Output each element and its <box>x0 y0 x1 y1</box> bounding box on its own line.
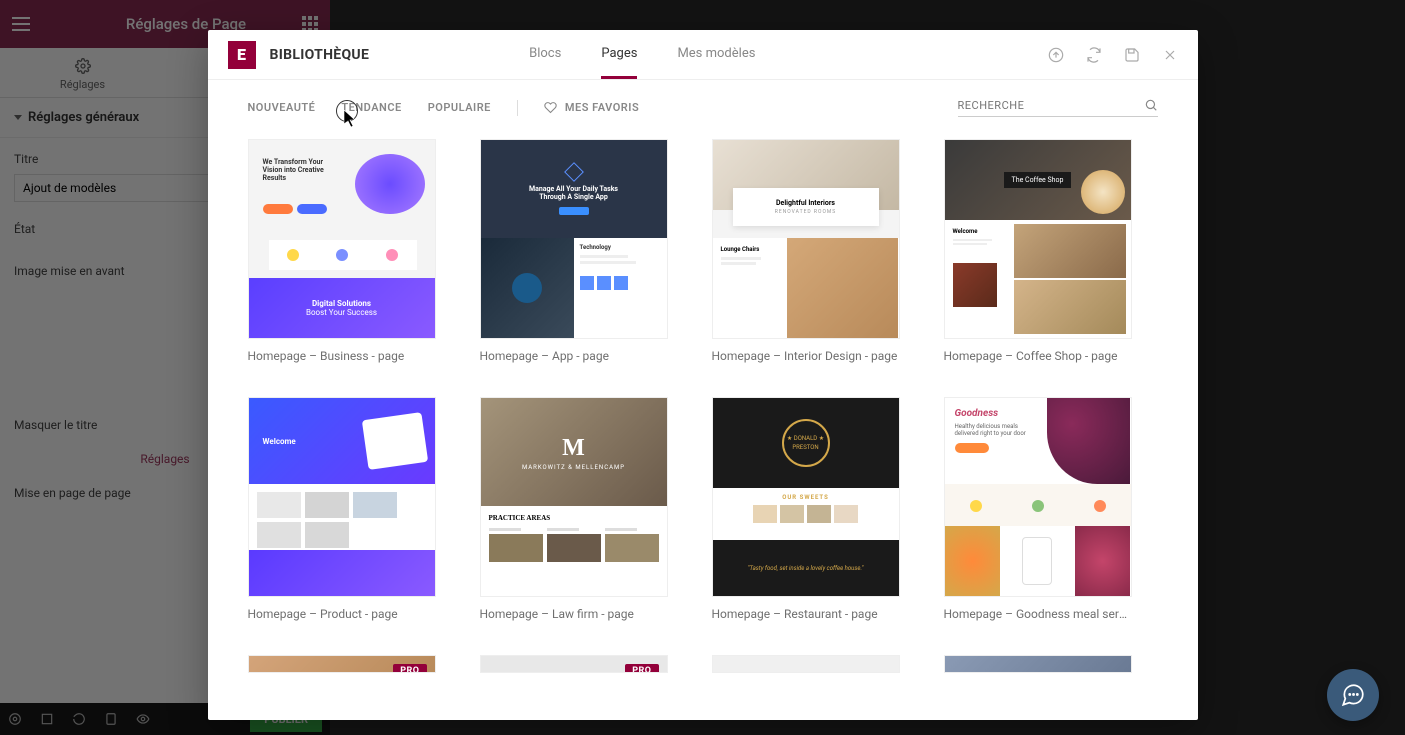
template-title: Homepage – Restaurant - page <box>712 607 900 621</box>
template-thumbnail: PRO The Coffee Shop Welcome <box>944 139 1132 339</box>
library-modal: E BIBLIOTHÈQUE Blocs Pages Mes modèles N… <box>208 30 1198 720</box>
template-thumbnail: We Transform Your Vision into Creative R… <box>248 139 436 339</box>
template-thumbnail: ★ DONALD ★PRESTON OUR SWEETS "Tasty food… <box>712 397 900 597</box>
template-card[interactable]: PRO <box>480 655 668 673</box>
modal-title: BIBLIOTHÈQUE <box>270 47 370 63</box>
template-title: Homepage – Goodness meal servi... <box>944 607 1132 621</box>
filter-popular[interactable]: POPULAIRE <box>428 101 491 114</box>
template-thumbnail: PRO <box>480 655 668 673</box>
template-thumbnail: PRO Welcome <box>248 397 436 597</box>
close-icon[interactable] <box>1162 47 1178 63</box>
template-thumbnail: M MARKOWITZ & MELLENCAMP PRACTICE AREAS <box>480 397 668 597</box>
template-card[interactable]: PRO Delightful InteriorsRENOVATED ROOMS … <box>712 139 900 363</box>
tab-blocs[interactable]: Blocs <box>529 30 561 79</box>
template-thumbnail <box>944 655 1132 673</box>
template-card[interactable]: PRO <box>248 655 436 673</box>
template-title: Homepage – Product - page <box>248 607 436 621</box>
filter-favorites-label: MES FAVORIS <box>565 101 639 114</box>
save-icon[interactable] <box>1124 47 1140 63</box>
template-title: Homepage – Coffee Shop - page <box>944 349 1132 363</box>
template-card[interactable]: PRO Welcome Homepage – Product - page <box>248 397 436 621</box>
upload-icon[interactable] <box>1048 47 1064 63</box>
template-thumbnail: PRO <box>248 655 436 673</box>
search-wrap <box>958 98 1158 117</box>
template-card[interactable]: PRO GoodnessHealthy delicious mealsdeliv… <box>944 397 1132 621</box>
template-card[interactable]: ★ DONALD ★PRESTON OUR SWEETS "Tasty food… <box>712 397 900 621</box>
elementor-logo: E <box>228 41 256 69</box>
separator <box>517 100 518 116</box>
heart-icon <box>544 101 557 114</box>
template-thumbnail: PRO Delightful InteriorsRENOVATED ROOMS … <box>712 139 900 339</box>
pro-badge: PRO <box>625 664 658 673</box>
filter-new[interactable]: NOUVEAUTÉ <box>248 101 316 114</box>
modal-overlay: E BIBLIOTHÈQUE Blocs Pages Mes modèles N… <box>0 0 1405 735</box>
sync-icon[interactable] <box>1086 47 1102 63</box>
tab-models[interactable]: Mes modèles <box>677 30 755 79</box>
template-thumbnail <box>712 655 900 673</box>
template-thumbnail: PRO GoodnessHealthy delicious mealsdeliv… <box>944 397 1132 597</box>
template-card[interactable]: PRO The Coffee Shop Welcome Homepage – C… <box>944 139 1132 363</box>
tab-pages[interactable]: Pages <box>601 30 637 79</box>
search-icon[interactable] <box>1144 98 1158 112</box>
chat-icon <box>1340 682 1366 708</box>
template-title: Homepage – Business - page <box>248 349 436 363</box>
chat-fab[interactable] <box>1327 669 1379 721</box>
modal-tabs: Blocs Pages Mes modèles <box>529 30 755 79</box>
template-card[interactable]: Manage All Your Daily TasksThrough A Sin… <box>480 139 668 363</box>
filter-favorites[interactable]: MES FAVORIS <box>544 101 639 114</box>
template-grid: We Transform Your Vision into Creative R… <box>208 131 1198 720</box>
template-title: Homepage – Interior Design - page <box>712 349 900 363</box>
search-input[interactable] <box>958 99 1144 112</box>
template-card[interactable] <box>944 655 1132 673</box>
template-title: Homepage – App - page <box>480 349 668 363</box>
modal-header-actions <box>1048 47 1178 63</box>
template-card[interactable]: We Transform Your Vision into Creative R… <box>248 139 436 363</box>
template-thumbnail: Manage All Your Daily TasksThrough A Sin… <box>480 139 668 339</box>
template-card[interactable] <box>712 655 900 673</box>
modal-header: E BIBLIOTHÈQUE Blocs Pages Mes modèles <box>208 30 1198 80</box>
filter-trend[interactable]: TENDANCE <box>341 101 401 114</box>
template-title: Homepage – Law firm - page <box>480 607 668 621</box>
filter-bar: NOUVEAUTÉ TENDANCE POPULAIRE MES FAVORIS <box>208 80 1198 131</box>
template-card[interactable]: M MARKOWITZ & MELLENCAMP PRACTICE AREAS … <box>480 397 668 621</box>
pro-badge: PRO <box>393 664 426 673</box>
